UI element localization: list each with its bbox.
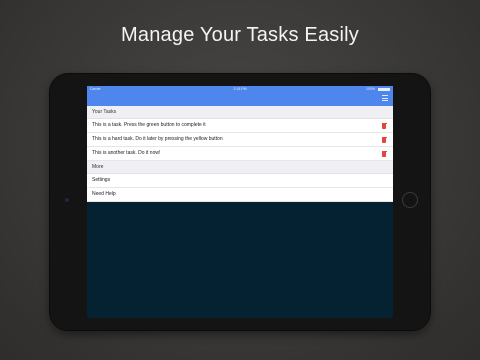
settings-label: Settings [92, 177, 111, 183]
home-button[interactable] [402, 192, 418, 208]
task-label: This is a hard task. Do it later by pres… [92, 136, 223, 142]
trash-icon[interactable] [381, 136, 387, 143]
task-row[interactable]: This is another task. Do it now! [87, 147, 393, 161]
section-header-tasks: Your Tasks [87, 106, 393, 119]
section-header-more: More [87, 161, 393, 174]
task-label: This is another task. Do it now! [92, 150, 161, 156]
menu-icon[interactable] [382, 95, 388, 101]
camera-icon [65, 198, 69, 202]
task-row[interactable]: This is a task. Press the green button t… [87, 119, 393, 133]
battery-icon [378, 87, 390, 91]
settings-item[interactable]: Settings [87, 174, 393, 188]
navigation-bar [87, 92, 393, 106]
task-row[interactable]: This is a hard task. Do it later by pres… [87, 133, 393, 147]
app-screen: Carrier 2:18 PM 100% Your Tasks This is … [87, 86, 393, 318]
need-help-label: Need Help [92, 191, 116, 197]
task-label: This is a task. Press the green button t… [92, 122, 206, 128]
battery-label: 100% [366, 87, 375, 91]
status-time: 2:18 PM [233, 87, 247, 91]
need-help-item[interactable]: Need Help [87, 188, 393, 202]
task-list: Your Tasks This is a task. Press the gre… [87, 106, 393, 202]
headline: Manage Your Tasks Easily [121, 24, 359, 46]
trash-icon[interactable] [381, 122, 387, 129]
tablet-frame: Carrier 2:18 PM 100% Your Tasks This is … [50, 74, 430, 330]
trash-icon[interactable] [381, 150, 387, 157]
